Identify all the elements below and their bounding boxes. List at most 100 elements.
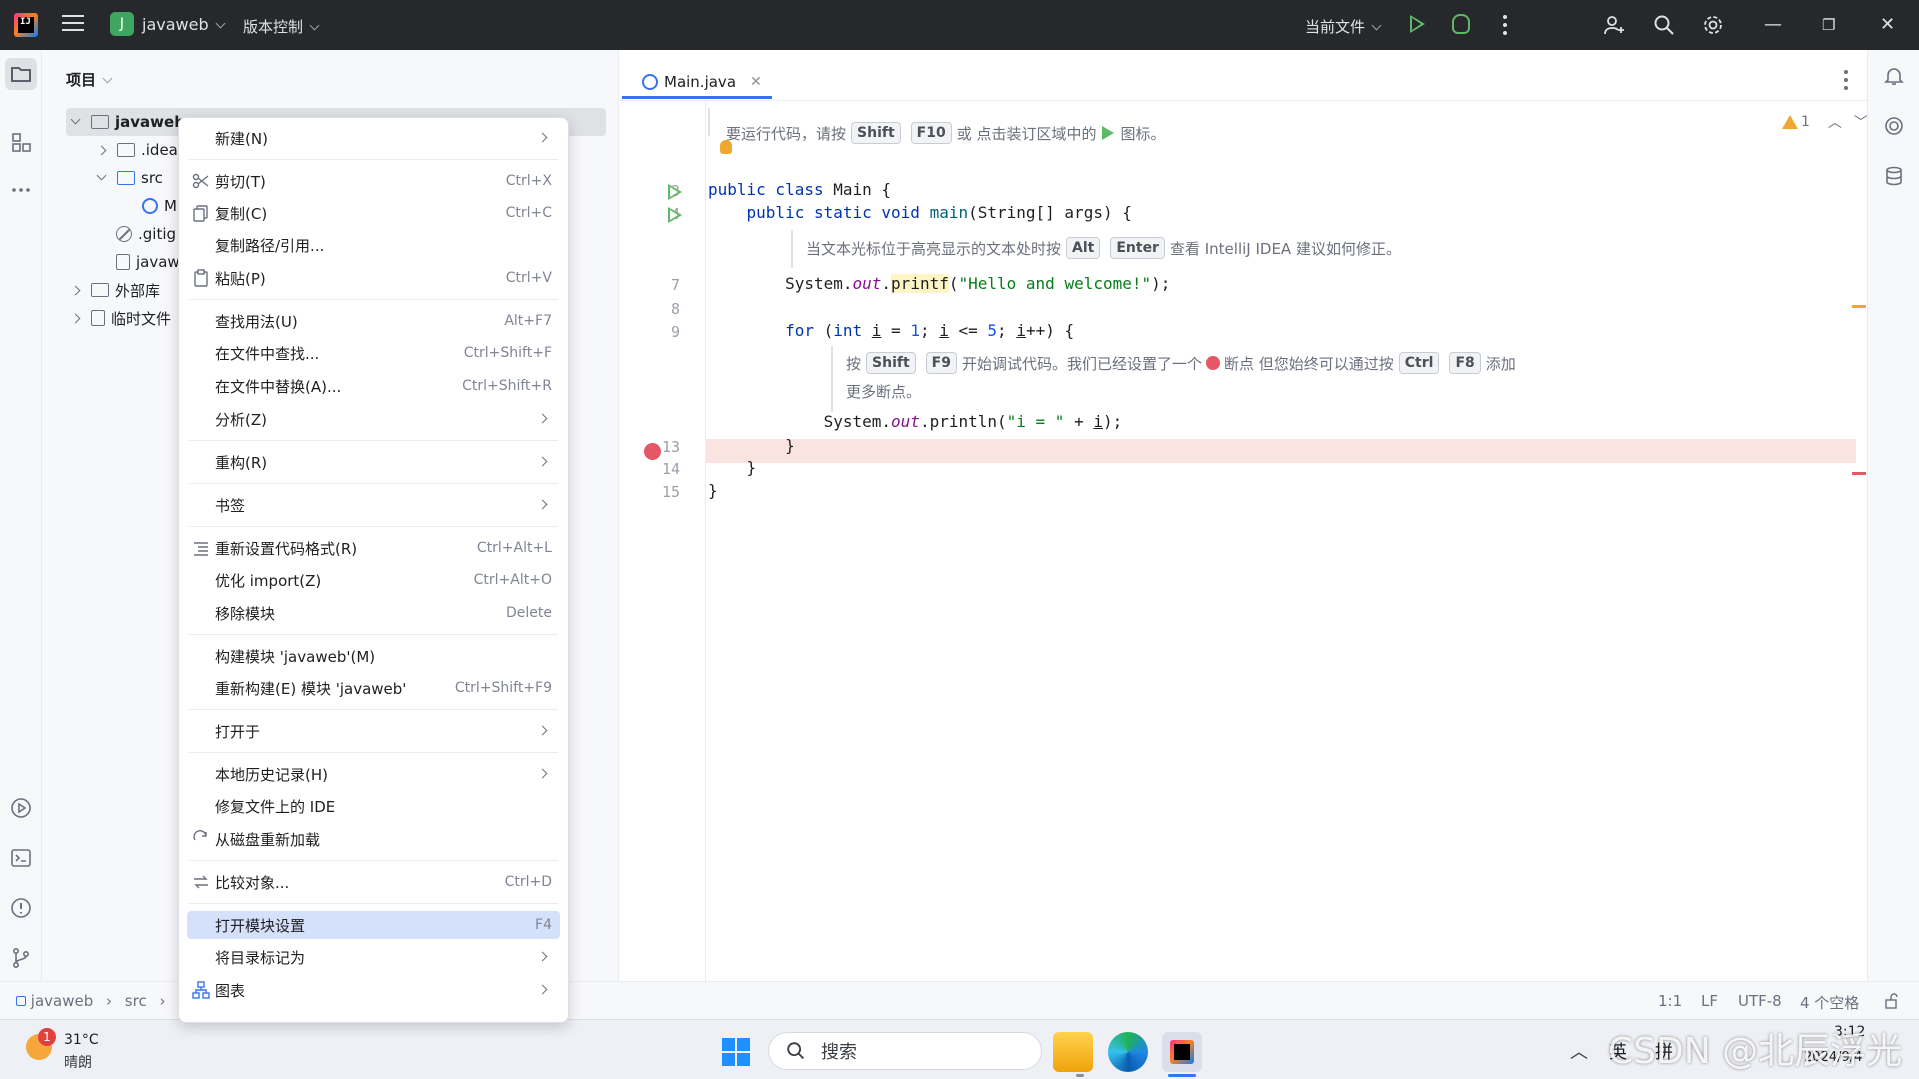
- minimize-button[interactable]: —: [1764, 14, 1782, 35]
- lightbulb-icon[interactable]: [720, 140, 732, 154]
- menu-item-optimize-imports[interactable]: 优化 import(Z) Ctrl+Alt+O: [187, 566, 560, 594]
- main-menu-icon[interactable]: [62, 15, 84, 35]
- indent-setting[interactable]: 4 个空格: [1800, 992, 1859, 1013]
- run-gutter-icon[interactable]: [668, 184, 682, 200]
- tree-item-src[interactable]: src: [96, 164, 163, 192]
- breadcrumb-item[interactable]: src: [125, 992, 147, 1010]
- folder-icon[interactable]: [9, 62, 33, 86]
- breakpoint-stripe[interactable]: [1852, 472, 1866, 475]
- code-line[interactable]: }: [708, 436, 795, 455]
- taskbar-search[interactable]: 搜索: [768, 1032, 1042, 1070]
- run-icon[interactable]: [1410, 15, 1425, 33]
- tray-expand-icon[interactable]: ︿: [1570, 1038, 1588, 1064]
- breadcrumb-item[interactable]: javaweb: [31, 992, 93, 1010]
- code-line[interactable]: System.out.println("i = " + i);: [708, 412, 1123, 431]
- tab-main-java[interactable]: Main.java ✕: [642, 64, 762, 100]
- caret-position[interactable]: 1:1: [1658, 992, 1682, 1010]
- menu-item-replace-in-files[interactable]: 在文件中替换(A)... Ctrl+Shift+R: [187, 372, 560, 400]
- services-icon[interactable]: [9, 796, 33, 820]
- menu-separator: [189, 860, 558, 861]
- tree-item-gitignore[interactable]: .gitig: [116, 220, 176, 248]
- menu-item-local-history[interactable]: 本地历史记录(H): [187, 760, 560, 788]
- prev-highlight-icon[interactable]: ︿: [1828, 112, 1842, 132]
- menu-item-mark-directory-as[interactable]: 将目录标记为: [187, 943, 560, 971]
- project-switcher[interactable]: javaweb: [142, 15, 226, 34]
- editor-options-icon[interactable]: [1844, 70, 1848, 94]
- git-icon[interactable]: [9, 946, 33, 970]
- scratch-icon: [91, 310, 105, 326]
- code-line[interactable]: for (int i = 1; i <= 5; i++) {: [708, 321, 1074, 340]
- project-panel-title[interactable]: 项目: [66, 69, 113, 90]
- close-button[interactable]: ✕: [1880, 14, 1895, 35]
- menu-item-copy-path[interactable]: 复制路径/引用...: [187, 231, 560, 259]
- run-config-selector[interactable]: 当前文件: [1305, 16, 1382, 37]
- tree-item-idea[interactable]: .idea: [96, 136, 178, 164]
- code-line[interactable]: }: [708, 481, 718, 500]
- intellij-logo[interactable]: IJ: [14, 13, 38, 37]
- menu-item-diagrams[interactable]: 图表: [187, 976, 560, 1004]
- tree-item-iml[interactable]: javaw: [116, 248, 180, 276]
- menu-item-cut[interactable]: 剪切(T) Ctrl+X: [187, 167, 560, 195]
- menu-item-compare-with[interactable]: 比较对象... Ctrl+D: [187, 868, 560, 896]
- more-tools-icon[interactable]: [9, 178, 33, 202]
- menu-item-open-in[interactable]: 打开于: [187, 717, 560, 745]
- inspection-widget[interactable]: 1 ︿ ﹀: [1782, 112, 1868, 132]
- file-encoding[interactable]: UTF-8: [1738, 992, 1782, 1010]
- code-line[interactable]: public class Main {: [708, 180, 891, 199]
- diagram-icon: [192, 981, 210, 999]
- code-line[interactable]: }: [708, 458, 757, 477]
- structure-icon[interactable]: [9, 130, 33, 154]
- menu-item-bookmarks[interactable]: 书签: [187, 491, 560, 519]
- menu-item-build-module[interactable]: 构建模块 'javaweb'(M): [187, 642, 560, 670]
- menu-item-open-module-settings[interactable]: 打开模块设置 F4: [187, 911, 560, 939]
- menu-item-label: 打开于: [215, 722, 261, 741]
- menu-item-repair-ide[interactable]: 修复文件上的 IDE: [187, 792, 560, 820]
- warning-stripe[interactable]: [1852, 305, 1866, 308]
- menu-item-copy[interactable]: 复制(C) Ctrl+C: [187, 199, 560, 227]
- menu-item-find-usages[interactable]: 查找用法(U) Alt+F7: [187, 307, 560, 335]
- menu-item-analyze[interactable]: 分析(Z): [187, 405, 560, 433]
- intellij-taskbar-icon[interactable]: [1162, 1032, 1202, 1072]
- menu-item-new[interactable]: 新建(N): [187, 124, 560, 152]
- right-tool-strip: [1867, 50, 1919, 981]
- close-tab-icon[interactable]: ✕: [750, 74, 762, 90]
- next-highlight-icon[interactable]: ﹀: [1854, 112, 1868, 132]
- code-line[interactable]: System.out.printf("Hello and welcome!");: [708, 274, 1170, 293]
- menu-item-find-in-files[interactable]: 在文件中查找... Ctrl+Shift+F: [187, 339, 560, 367]
- database-icon[interactable]: [1882, 164, 1906, 188]
- terminal-icon[interactable]: [9, 846, 33, 870]
- tree-item-javaweb[interactable]: javaweb: [70, 108, 185, 136]
- menu-item-refactor[interactable]: 重构(R): [187, 448, 560, 476]
- ai-assistant-icon[interactable]: [1882, 114, 1906, 138]
- tree-item-main[interactable]: M: [142, 192, 177, 220]
- project-badge[interactable]: J: [110, 12, 134, 36]
- search-placeholder: 搜索: [821, 1042, 857, 1063]
- menu-item-reload-from-disk[interactable]: 从磁盘重新加载: [187, 825, 560, 853]
- menu-item-reformat-code[interactable]: 重新设置代码格式(R) Ctrl+Alt+L: [187, 534, 560, 562]
- vcs-menu[interactable]: 版本控制: [243, 16, 320, 37]
- file-explorer-icon[interactable]: [1053, 1032, 1093, 1072]
- edge-browser-icon[interactable]: [1108, 1032, 1148, 1072]
- lock-icon[interactable]: [1884, 993, 1900, 1009]
- menu-item-paste[interactable]: 粘贴(P) Ctrl+V: [187, 264, 560, 292]
- debug-icon[interactable]: [1452, 14, 1470, 34]
- module-icon: [16, 996, 26, 1006]
- line-separator[interactable]: LF: [1701, 992, 1718, 1010]
- windows-start-icon[interactable]: [722, 1038, 750, 1066]
- more-actions-icon[interactable]: [1503, 15, 1507, 39]
- problems-icon[interactable]: [9, 896, 33, 920]
- menu-item-remove-module[interactable]: 移除模块 Delete: [187, 599, 560, 627]
- chevron-down-icon: [102, 73, 113, 84]
- code-line[interactable]: public static void main(String[] args) {: [708, 203, 1132, 222]
- gear-icon[interactable]: [1701, 13, 1725, 37]
- search-icon[interactable]: [1652, 13, 1676, 37]
- chevron-down-icon: [215, 18, 226, 29]
- tree-item-scratches[interactable]: 临时文件: [70, 304, 171, 332]
- menu-item-rebuild-module[interactable]: 重新构建(E) 模块 'javaweb' Ctrl+Shift+F9: [187, 674, 560, 702]
- run-gutter-icon[interactable]: [668, 207, 682, 223]
- hint-bar: [708, 108, 710, 136]
- notifications-icon[interactable]: [1882, 64, 1906, 88]
- tree-item-external-libs[interactable]: 外部库: [70, 276, 160, 304]
- restore-button[interactable]: ❐: [1822, 16, 1835, 34]
- add-user-icon[interactable]: [1602, 13, 1626, 37]
